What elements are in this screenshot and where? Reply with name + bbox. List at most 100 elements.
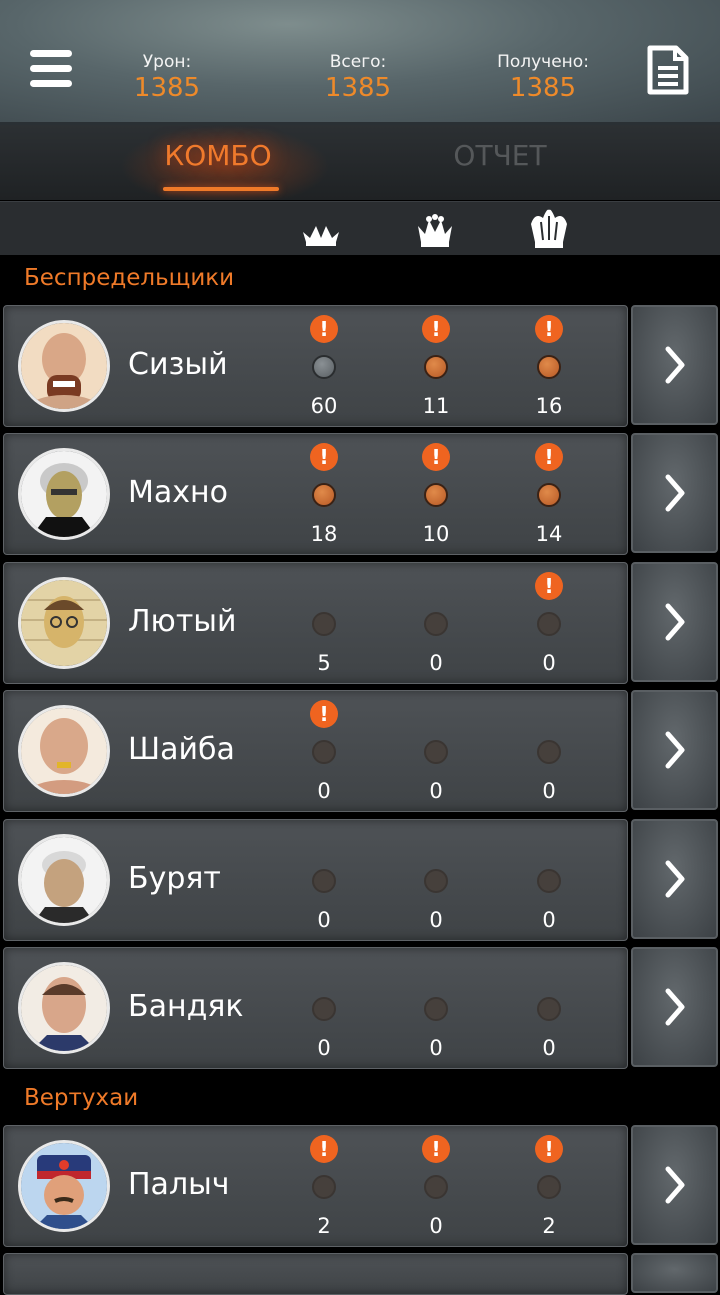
combo-indicator [537,1175,561,1199]
combo-indicator [312,1175,336,1199]
character-name: Палыч [128,1167,230,1202]
combo-count: 2 [542,1214,556,1238]
character-avatar [18,705,110,797]
alert-icon: ! [422,443,450,471]
character-card [3,1253,628,1295]
character-row: Лютый 5 0! 0 [0,562,720,686]
stat-damage-value: 1385 [133,73,201,103]
combo-count: 2 [317,1214,331,1238]
combo-count: 0 [429,1214,443,1238]
combo-indicator [537,355,561,379]
alert-icon: ! [535,1135,563,1163]
combo-count: 0 [542,779,556,803]
combo-indicator [424,612,448,636]
open-details-button[interactable] [631,947,718,1067]
crown-header [0,201,720,255]
combo-count: 0 [429,908,443,932]
document-icon[interactable] [646,44,690,96]
open-details-button[interactable] [631,562,718,682]
character-row: Бурят 0 0 0 [0,819,720,943]
combo-indicator [424,355,448,379]
combo-count: 5 [317,651,331,675]
crown-large-icon [531,209,567,248]
character-row: Палыч! 2! 0! 2 [0,1125,720,1249]
stat-damage: Урон: 1385 [92,52,242,103]
tab-report[interactable]: ОТЧЕТ [445,139,555,172]
open-details-button[interactable] [631,433,718,553]
menu-icon[interactable] [30,50,72,88]
combo-count: 0 [317,779,331,803]
combo-indicator [537,612,561,636]
character-row: Махно! 18! 10! 14 [0,433,720,557]
stat-received-value: 1385 [509,73,577,103]
stat-damage-label: Урон: [142,52,192,72]
tab-combo[interactable]: КОМБО [148,139,288,191]
combo-indicator [312,483,336,507]
section-header-lawless: Беспредельщики [0,255,720,300]
character-avatar [18,962,110,1054]
chevron-right-icon [665,474,685,512]
section-header-guards: Вертухаи [0,1075,720,1120]
open-details-button[interactable] [631,305,718,425]
combo-count: 0 [317,1036,331,1060]
alert-icon: ! [535,315,563,343]
character-avatar [18,577,110,669]
combo-count: 0 [317,908,331,932]
combo-count: 11 [422,394,450,418]
chevron-right-icon [665,1166,685,1204]
combo-indicator [537,869,561,893]
character-name: Бурят [128,861,221,896]
character-row: Бандяк 0 0 0 [0,947,720,1071]
combo-indicator [312,740,336,764]
character-avatar [18,320,110,412]
alert-icon: ! [310,1135,338,1163]
combo-indicator [537,997,561,1021]
top-bar: Урон: 1385 Всего: 1385 Получено: 1385 [0,0,720,125]
stat-received: Получено: 1385 [468,52,618,103]
combo-indicator [312,869,336,893]
combo-indicator [312,612,336,636]
combo-indicator [537,740,561,764]
section-title: Вертухаи [24,1085,139,1111]
stat-total-label: Всего: [329,52,387,72]
chevron-right-icon [665,731,685,769]
chevron-right-icon [665,860,685,898]
alert-icon: ! [310,443,338,471]
open-details-button[interactable] [631,690,718,810]
combo-count: 0 [542,651,556,675]
crown-medium-icon [418,214,452,247]
alert-icon: ! [310,700,338,728]
combo-count: 60 [310,394,338,418]
open-details-button[interactable] [631,819,718,939]
chevron-right-icon [665,603,685,641]
combo-count: 14 [535,522,563,546]
character-avatar [18,1140,110,1232]
chevron-right-icon [665,346,685,384]
character-row: Сизый! 60! 11! 16 [0,305,720,429]
stat-total-value: 1385 [324,73,392,103]
alert-icon: ! [310,315,338,343]
combo-indicator [424,997,448,1021]
character-avatar [18,834,110,926]
alert-icon: ! [535,443,563,471]
combo-count: 16 [535,394,563,418]
character-row-partial [0,1253,720,1295]
open-details-button[interactable] [631,1125,718,1245]
combo-count: 0 [542,1036,556,1060]
combo-indicator [312,997,336,1021]
combo-indicator [537,483,561,507]
character-name: Шайба [128,732,235,767]
alert-icon: ! [422,1135,450,1163]
combo-count: 10 [422,522,450,546]
open-details-button[interactable] [631,1253,718,1293]
tab-bar [0,125,720,200]
alert-icon: ! [535,572,563,600]
character-avatar [18,448,110,540]
combo-count: 0 [429,1036,443,1060]
combo-indicator [424,483,448,507]
combo-count: 0 [542,908,556,932]
combo-indicator [424,740,448,764]
combo-count: 0 [429,651,443,675]
crown-small-icon [303,226,339,246]
stat-received-label: Получено: [497,52,589,72]
